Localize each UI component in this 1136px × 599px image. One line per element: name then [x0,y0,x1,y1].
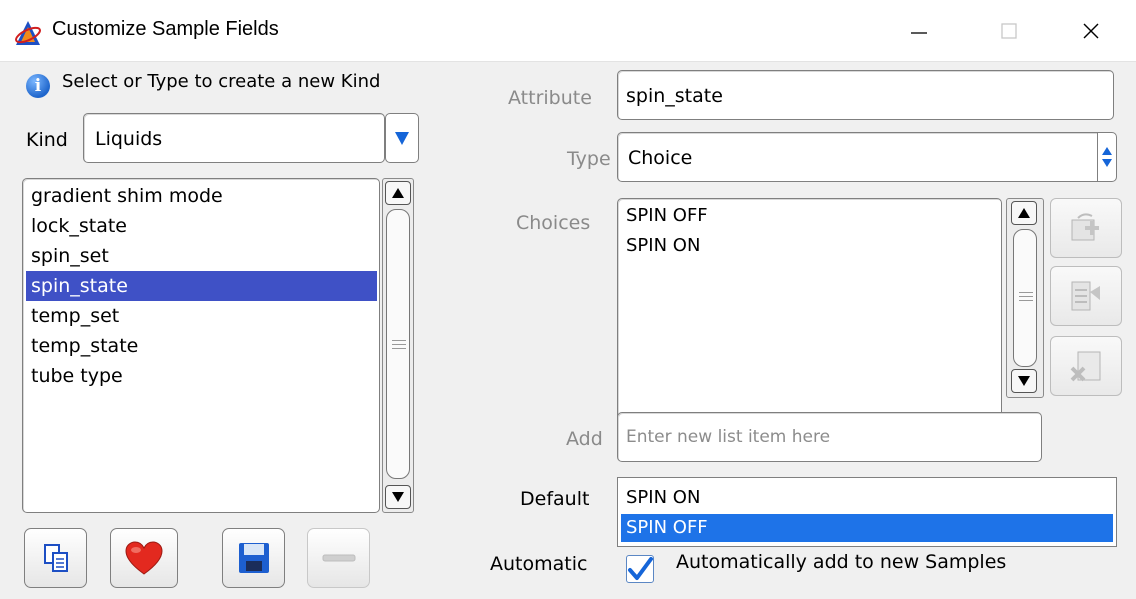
minus-icon [322,554,355,562]
automatic-checkbox[interactable] [626,555,654,583]
chevron-down-icon [395,132,409,145]
list-item[interactable]: SPIN OFF [626,205,708,226]
add-choice-icon [1071,213,1099,241]
save-icon [238,543,269,573]
list-item[interactable]: spin_set [31,241,109,271]
arrow-up-icon [392,188,404,198]
dropdown-option-selected[interactable]: SPIN OFF [621,514,1113,542]
kind-value: Liquids [95,128,163,150]
arrow-down-icon [1018,376,1030,386]
maximize-button[interactable] [964,0,1054,62]
up-down-arrows-icon [1102,147,1112,167]
delete-choice-icon [1070,351,1101,382]
attribute-label: Attribute [508,87,592,109]
kind-dropdown-button[interactable] [385,113,419,163]
save-button[interactable] [222,528,285,588]
scroll-down-button[interactable] [1011,369,1037,393]
automatic-label: Automatic [490,553,588,575]
type-label: Type [567,148,611,170]
type-value: Choice [628,147,693,169]
add-label: Add [566,428,603,450]
scroll-up-button[interactable] [385,181,411,205]
insert-choice-button[interactable] [1050,266,1122,326]
scroll-thumb[interactable] [1013,229,1037,367]
arrow-down-icon [392,492,404,502]
add-choice-button[interactable] [1050,198,1122,258]
choices-label: Choices [516,212,591,234]
app-logo-icon [14,19,42,47]
list-item[interactable]: SPIN ON [626,235,700,256]
automatic-checkbox-label[interactable]: Automatically add to new Samples [676,551,1006,573]
dropdown-option[interactable]: SPIN ON [626,484,700,512]
add-item-input[interactable] [624,423,1034,451]
info-text: Select or Type to create a new Kind [62,71,381,92]
heart-icon [125,541,163,575]
list-item[interactable]: lock_state [31,211,127,241]
list-item[interactable]: temp_state [31,331,138,361]
insert-choice-icon [1071,281,1100,311]
list-item[interactable]: tube type [31,361,123,391]
scroll-thumb[interactable] [386,209,410,479]
scroll-down-button[interactable] [385,485,411,509]
default-label: Default [520,488,590,510]
maximize-icon [1001,23,1017,39]
minimize-icon [911,32,927,34]
close-icon [1083,23,1099,39]
list-item[interactable]: gradient shim mode [31,181,223,211]
kind-list-scrollbar[interactable] [382,178,414,513]
kind-label: Kind [26,129,68,151]
copy-icon [43,544,68,572]
info-icon: i [26,74,50,98]
copy-button[interactable] [24,528,87,588]
checkmark-icon [628,557,653,580]
delete-choice-button[interactable] [1050,336,1122,396]
add-item-field[interactable] [617,412,1042,462]
minimize-button[interactable] [874,0,964,62]
choices-scrollbar[interactable] [1006,198,1044,398]
choices-list[interactable]: SPIN OFF SPIN ON [617,198,1002,428]
scroll-up-button[interactable] [1011,201,1037,225]
window-title: Customize Sample Fields [52,18,279,40]
close-button[interactable] [1046,0,1136,62]
list-item-selected[interactable]: spin_state [26,271,377,301]
arrow-up-icon [1018,208,1030,218]
type-select-arrows[interactable] [1097,132,1117,182]
kind-attribute-list[interactable]: gradient shim mode lock_state spin_set s… [22,178,380,513]
remove-button[interactable] [307,528,370,588]
attribute-value: spin_state [626,85,723,107]
default-dropdown-list[interactable]: SPIN ON SPIN OFF [617,477,1117,547]
favorite-button[interactable] [110,528,178,588]
list-item[interactable]: temp_set [31,301,119,331]
